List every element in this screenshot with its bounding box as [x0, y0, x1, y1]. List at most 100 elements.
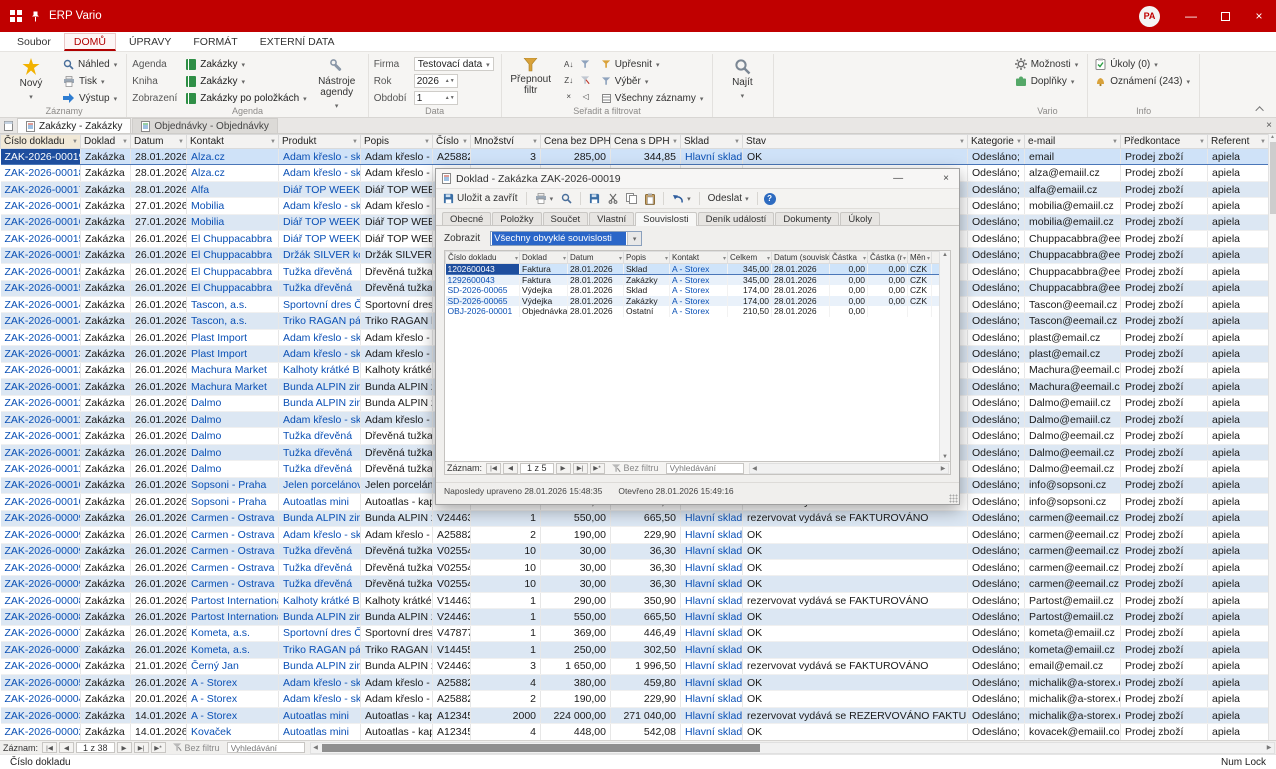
table-cell[interactable]: Prodej zboží: [1121, 592, 1208, 608]
table-cell[interactable]: 30,00: [541, 543, 611, 559]
table-cell[interactable]: apiela: [1208, 559, 1269, 575]
table-cell[interactable]: ZAK-2026-00009: [1, 527, 81, 543]
table-cell[interactable]: Zakázka: [81, 395, 131, 411]
spinner-arrows-icon[interactable]: ▲▼: [445, 79, 455, 83]
table-cell[interactable]: Autoatlas mini: [279, 724, 361, 740]
table-cell[interactable]: 1: [471, 625, 541, 641]
undo-button[interactable]: [670, 192, 693, 205]
table-cell[interactable]: Prodej zboží: [1121, 395, 1208, 411]
table-row[interactable]: ZAK-2026-00009Zakázka26.01.2026Carmen - …: [1, 543, 1269, 559]
column-header[interactable]: Částka: [830, 252, 868, 264]
table-cell[interactable]: Prodej zboží: [1121, 214, 1208, 230]
table-cell[interactable]: Diář TOP WEEK b: [361, 181, 433, 197]
table-cell[interactable]: Zakázka: [81, 264, 131, 280]
table-cell[interactable]: Zakázka: [81, 428, 131, 444]
table-cell[interactable]: Dalmo: [187, 461, 279, 477]
table-cell[interactable]: El Chuppacabbra: [187, 247, 279, 263]
table-cell[interactable]: Bunda ALPIN zimn: [361, 609, 433, 625]
table-cell[interactable]: Odesláno;: [968, 559, 1025, 575]
next-record-button[interactable]: ▶: [556, 463, 571, 474]
table-cell[interactable]: Dalmo@eemail.cz: [1025, 461, 1121, 477]
table-cell[interactable]: 28.01.2026: [772, 296, 830, 307]
table-cell[interactable]: Adam křeslo - sklád: [279, 165, 361, 181]
table-cell[interactable]: apiela: [1208, 214, 1269, 230]
table-cell[interactable]: ZAK-2026-00010: [1, 494, 81, 510]
table-cell[interactable]: Tužka dřevěná: [279, 461, 361, 477]
save-close-button[interactable]: Uložit a zavřít: [441, 192, 520, 205]
dialog-horizontal-scrollbar[interactable]: ◀ ▶: [749, 463, 949, 474]
table-cell[interactable]: Prodej zboží: [1121, 510, 1208, 526]
toggle-filter-button[interactable]: Přepnout filtr: [507, 55, 555, 97]
dialog-search-input[interactable]: [666, 463, 744, 474]
table-cell[interactable]: Mobilia: [187, 214, 279, 230]
column-header[interactable]: Doklad: [520, 252, 568, 264]
filter-status[interactable]: Bez filtru: [168, 743, 225, 753]
send-button[interactable]: Odeslat: [706, 192, 751, 205]
table-cell[interactable]: Triko RAGAN bavl: [361, 313, 433, 329]
table-cell[interactable]: apiela: [1208, 494, 1269, 510]
table-cell[interactable]: Zakázka: [81, 214, 131, 230]
table-cell[interactable]: apiela: [1208, 510, 1269, 526]
table-cell[interactable]: 0,00: [868, 275, 908, 286]
table-cell[interactable]: Odesláno;: [968, 642, 1025, 658]
table-cell[interactable]: apiela: [1208, 149, 1269, 165]
table-row[interactable]: SD-2026-00065Výdejka28.01.2026ZakázkyA -…: [446, 296, 943, 307]
table-cell[interactable]: V244637: [433, 658, 471, 674]
previous-record-button[interactable]: ◀: [59, 742, 74, 753]
table-cell[interactable]: 550,00: [541, 609, 611, 625]
table-row[interactable]: ZAK-2026-00003Zakázka14.01.2026A - Store…: [1, 707, 1269, 723]
table-row[interactable]: 1292600043Faktura28.01.2026ZakázkyA - St…: [446, 275, 943, 286]
table-cell[interactable]: Odesláno;: [968, 231, 1025, 247]
table-cell[interactable]: rezervovat vydává se FAKTUROVÁNO: [743, 658, 968, 674]
column-header[interactable]: Cena bez DPH: [541, 135, 611, 149]
table-cell[interactable]: 26.01.2026: [131, 362, 187, 378]
table-cell[interactable]: 26.01.2026: [131, 625, 187, 641]
table-cell[interactable]: Hlavní sklad: [681, 527, 743, 543]
table-cell[interactable]: apiela: [1208, 625, 1269, 641]
table-cell[interactable]: apiela: [1208, 477, 1269, 493]
table-cell[interactable]: 26.01.2026: [131, 231, 187, 247]
table-cell[interactable]: 28.01.2026: [568, 306, 624, 317]
table-cell[interactable]: 1 650,00: [541, 658, 611, 674]
table-cell[interactable]: Prodej zboží: [1121, 494, 1208, 510]
table-row[interactable]: SD-2026-00065Výdejka28.01.2026SkladA - S…: [446, 285, 943, 296]
table-cell[interactable]: Autoatlas - kapesn: [361, 724, 433, 740]
table-cell[interactable]: Adam křeslo - sklád: [279, 346, 361, 362]
table-cell[interactable]: Odesláno;: [968, 247, 1025, 263]
table-cell[interactable]: michalik@a-storex.cz: [1025, 707, 1121, 723]
table-cell[interactable]: A25882: [433, 675, 471, 691]
table-cell[interactable]: Plast Import: [187, 329, 279, 345]
table-cell[interactable]: Odesláno;: [968, 165, 1025, 181]
table-cell[interactable]: Adam křeslo - sklá: [361, 691, 433, 707]
table-cell[interactable]: Odesláno;: [968, 658, 1025, 674]
filter-status[interactable]: Bez filtru: [607, 463, 664, 473]
table-row[interactable]: ZAK-2026-00007Zakázka26.01.2026Kometa, a…: [1, 625, 1269, 641]
menu-upravy[interactable]: ÚPRAVY: [120, 34, 180, 50]
table-cell[interactable]: Tužka dřevěná: [279, 559, 361, 575]
print-button[interactable]: Tisk: [61, 73, 119, 89]
table-cell[interactable]: 26.01.2026: [131, 609, 187, 625]
table-cell[interactable]: A - Storex: [187, 675, 279, 691]
table-cell[interactable]: 26.01.2026: [131, 280, 187, 296]
table-cell[interactable]: 0,00: [868, 264, 908, 275]
table-cell[interactable]: Odesláno;: [968, 296, 1025, 312]
table-cell[interactable]: Triko RAGAN pánské: [279, 642, 361, 658]
table-row[interactable]: ZAK-2026-00008Zakázka26.01.2026Partost I…: [1, 592, 1269, 608]
table-cell[interactable]: 10: [471, 559, 541, 575]
table-cell[interactable]: Tužka dřevěná: [279, 428, 361, 444]
table-cell[interactable]: 28.01.2026: [772, 264, 830, 275]
table-cell[interactable]: Zakázka: [81, 707, 131, 723]
table-cell[interactable]: Adam křeslo - sklád: [279, 198, 361, 214]
table-cell[interactable]: Zakázka: [81, 379, 131, 395]
scrollbar-thumb[interactable]: [1270, 142, 1276, 214]
table-cell[interactable]: mobilia@emaiil.cz: [1025, 214, 1121, 230]
table-cell[interactable]: mobilia@emaiil.cz: [1025, 198, 1121, 214]
table-cell[interactable]: 2: [471, 527, 541, 543]
table-cell[interactable]: Kometa, a.s.: [187, 642, 279, 658]
table-cell[interactable]: apiela: [1208, 395, 1269, 411]
table-cell[interactable]: 10: [471, 543, 541, 559]
table-cell[interactable]: A25882: [433, 527, 471, 543]
resize-grip[interactable]: [949, 494, 958, 503]
table-cell[interactable]: 1202600043: [446, 264, 520, 275]
table-cell[interactable]: Bunda ALPIN zimn: [361, 510, 433, 526]
